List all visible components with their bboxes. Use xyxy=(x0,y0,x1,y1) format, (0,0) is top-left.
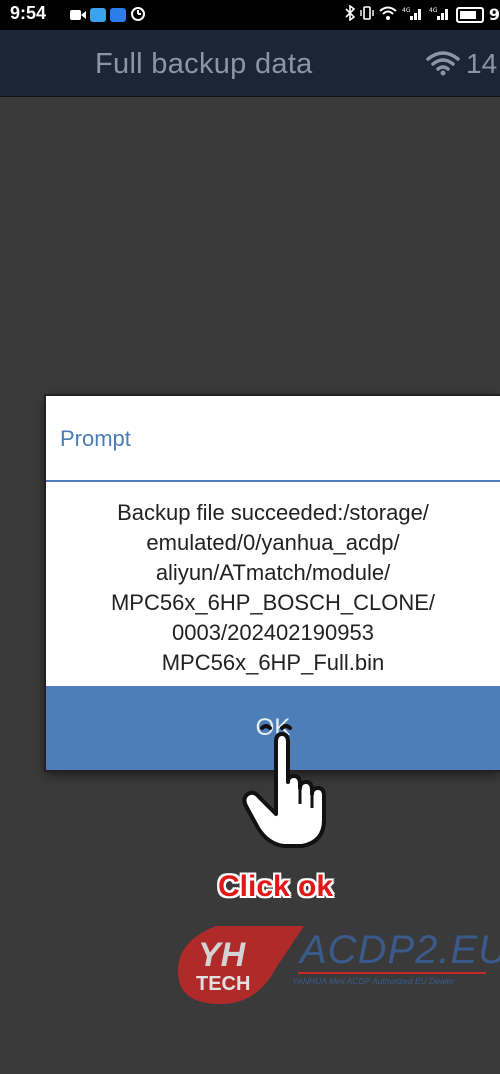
click-ok-caption: Click ok xyxy=(218,870,334,903)
app-header: Full backup data 14 xyxy=(0,30,500,97)
status-time: 9:54 xyxy=(10,3,47,23)
bluetooth-icon xyxy=(345,4,356,24)
alarm-icon xyxy=(130,5,146,25)
signal-strength-value: 14 xyxy=(466,48,498,79)
svg-text:4G: 4G xyxy=(429,7,438,14)
pointer-hand-icon xyxy=(238,724,338,858)
video-icon xyxy=(70,6,86,25)
watermark-underline xyxy=(298,972,486,974)
signal-icon-1: 4G xyxy=(402,6,424,23)
yh-tech-logo: YH TECH xyxy=(176,918,306,1012)
notification-icons xyxy=(70,7,146,23)
wifi-icon xyxy=(426,50,460,80)
message-icon xyxy=(90,8,106,22)
watermark-brand: ACDP2.EU xyxy=(300,928,500,972)
page-title: Full backup data xyxy=(95,48,313,80)
battery-percent: 9 xyxy=(488,5,500,24)
system-icons: 4G 4G 9 xyxy=(345,4,500,24)
svg-text:4G: 4G xyxy=(402,7,411,14)
dialog-divider xyxy=(46,480,500,482)
dialog-message: Backup file succeeded:/storage/ emulated… xyxy=(110,500,435,675)
watermark-tagline: YANHUA Mini ACDP Authorized EU Dealer xyxy=(292,976,455,986)
wifi-status-icon xyxy=(379,6,397,23)
svg-text:TECH: TECH xyxy=(196,973,250,995)
status-bar: 9:54 4G 4G 9 xyxy=(0,0,500,30)
battery-icon xyxy=(455,6,484,23)
prompt-dialog: Prompt Backup file succeeded:/storage/ e… xyxy=(46,396,500,770)
signal-icon-2: 4G xyxy=(429,6,451,23)
svg-text:YH: YH xyxy=(198,936,247,974)
app-notification-icon xyxy=(110,8,126,22)
dialog-title: Prompt xyxy=(60,426,131,451)
vibrate-icon xyxy=(360,6,374,23)
